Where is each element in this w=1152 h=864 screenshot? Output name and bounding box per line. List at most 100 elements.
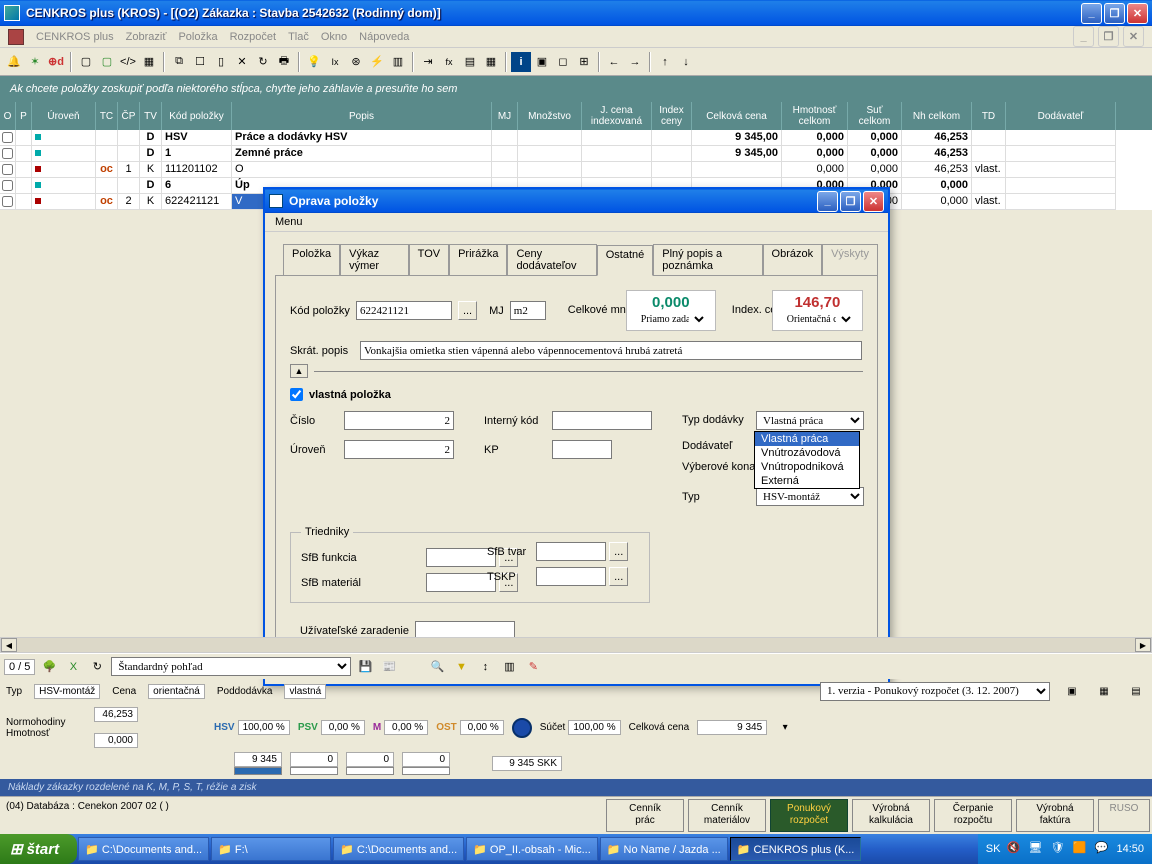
- sfb-funkcia-input[interactable]: [426, 548, 496, 567]
- tb-newgreen-icon[interactable]: ▢: [97, 52, 117, 72]
- col-index[interactable]: Index ceny: [652, 102, 692, 130]
- tb-ix-icon[interactable]: Ix: [325, 52, 345, 72]
- start-button[interactable]: ⊞štart: [0, 834, 77, 864]
- tab-5[interactable]: Ostatné: [597, 245, 654, 276]
- vb-find-icon[interactable]: 🔍: [427, 657, 447, 677]
- tab-1[interactable]: Výkaz výmer: [340, 244, 409, 275]
- mdi-restore-button[interactable]: ❐: [1098, 26, 1119, 47]
- col-kod[interactable]: Kód položky: [162, 102, 232, 130]
- tb-bell-icon[interactable]: 🔔: [4, 52, 24, 72]
- celkove-mode-combo[interactable]: Priamo zadané: [635, 311, 707, 327]
- col-popis[interactable]: Popis: [232, 102, 492, 130]
- mode-button[interactable]: Výrobnákalkulácia: [852, 799, 930, 832]
- col-tc[interactable]: TC: [96, 102, 118, 130]
- intkod-input[interactable]: [552, 411, 652, 430]
- tb-green-icon[interactable]: ✶: [25, 52, 45, 72]
- col-dod[interactable]: Dodávateľ: [1006, 102, 1116, 130]
- tb-grid-icon[interactable]: ⊞: [574, 52, 594, 72]
- tb-form-icon[interactable]: ▣: [532, 52, 552, 72]
- tray-icon-1[interactable]: 🔇: [1006, 841, 1022, 857]
- clock[interactable]: 14:50: [1116, 843, 1144, 855]
- tb-refresh-icon[interactable]: ↻: [253, 52, 273, 72]
- tab-0[interactable]: Položka: [283, 244, 340, 275]
- view-combo[interactable]: Štandardný pohľad: [111, 657, 351, 676]
- menu-tlac[interactable]: Tlač: [288, 31, 309, 43]
- vb-filter-icon[interactable]: ▼: [451, 657, 471, 677]
- lang-indicator[interactable]: SK: [986, 843, 1001, 855]
- tb-chart-icon[interactable]: ▥: [388, 52, 408, 72]
- col-p[interactable]: P: [16, 102, 32, 130]
- mode-button[interactable]: Cenníkmateriálov: [688, 799, 766, 832]
- mj-input[interactable]: [510, 301, 546, 320]
- tb-copy-icon[interactable]: ⧉: [169, 52, 189, 72]
- kp-input[interactable]: [552, 440, 612, 459]
- tb-info-icon[interactable]: i: [511, 52, 531, 72]
- dropdown-option[interactable]: Externá: [755, 474, 859, 488]
- tray-icon-4[interactable]: 🟧: [1072, 841, 1088, 857]
- tab-6[interactable]: Plný popis a poznámka: [653, 244, 762, 275]
- tray-icon-2[interactable]: 🖥: [1028, 841, 1044, 857]
- tb-prev-icon[interactable]: ←: [604, 52, 624, 72]
- cislo-input[interactable]: [344, 411, 454, 430]
- tb-bolt-icon[interactable]: ⚡: [367, 52, 387, 72]
- sfb-material-input[interactable]: [426, 573, 496, 592]
- sfb-tvar-input[interactable]: [536, 542, 606, 561]
- vb-cols-icon[interactable]: ▥: [499, 657, 519, 677]
- menu-polozka[interactable]: Položka: [178, 31, 217, 43]
- tb-table-icon[interactable]: ▦: [139, 52, 159, 72]
- col-uroven[interactable]: Úroveň: [32, 102, 96, 130]
- dialog-menu[interactable]: Menu: [265, 213, 888, 232]
- tb-del-icon[interactable]: ✕: [232, 52, 252, 72]
- kod-lookup-button[interactable]: ...: [458, 301, 477, 320]
- vb-excel-icon[interactable]: X: [63, 657, 83, 677]
- verzia-btn3[interactable]: ▤: [1126, 681, 1146, 701]
- vb-edit-icon[interactable]: ✎: [523, 657, 543, 677]
- menu-app[interactable]: CENKROS plus: [36, 31, 114, 43]
- taskbar-task[interactable]: 📁 CENKROS plus (K...: [730, 837, 862, 861]
- tb-up-icon[interactable]: ↑: [655, 52, 675, 72]
- tb-fx-icon[interactable]: fx: [439, 52, 459, 72]
- skrat-input[interactable]: [360, 341, 862, 360]
- tray-icon-3[interactable]: 🛡: [1050, 841, 1066, 857]
- taskbar-task[interactable]: 📁 C:\Documents and...: [78, 837, 209, 861]
- typdod-dropdown-list[interactable]: Vlastná prácaVnútrozávodováVnútropodniko…: [754, 431, 860, 489]
- vb-sort-icon[interactable]: ↕: [475, 657, 495, 677]
- table-row[interactable]: DHSVPráce a dodávky HSV9 345,000,0000,00…: [0, 130, 1152, 146]
- close-button[interactable]: ✕: [1127, 3, 1148, 24]
- col-mj[interactable]: MJ: [492, 102, 518, 130]
- tb-lightbulb-icon[interactable]: 💡: [304, 52, 324, 72]
- kod-input[interactable]: [356, 301, 452, 320]
- mode-button[interactable]: Čerpanierozpočtu: [934, 799, 1012, 832]
- dropdown-option[interactable]: Vnútrozávodová: [755, 446, 859, 460]
- tskp-input[interactable]: [536, 567, 606, 586]
- mode-button[interactable]: Cenníkprác: [606, 799, 684, 832]
- expand-toggle[interactable]: ▲: [290, 364, 308, 378]
- col-o[interactable]: O: [0, 102, 16, 130]
- tb-wheel-icon[interactable]: ⊛: [346, 52, 366, 72]
- verzia-btn2[interactable]: ▦: [1094, 681, 1114, 701]
- menu-napoveda[interactable]: Nápoveda: [359, 31, 409, 43]
- vb-tree-icon[interactable]: 🌳: [39, 657, 59, 677]
- tab-2[interactable]: TOV: [409, 244, 449, 275]
- vb-refresh-icon[interactable]: ↻: [87, 657, 107, 677]
- col-cp[interactable]: ČP: [118, 102, 140, 130]
- tb-square-icon[interactable]: ◻: [553, 52, 573, 72]
- tb-down-icon[interactable]: ↓: [676, 52, 696, 72]
- tb-red-icon[interactable]: ⊕d: [46, 52, 66, 72]
- col-jcena[interactable]: J. cena indexovaná: [582, 102, 652, 130]
- tab-8[interactable]: Výskyty: [822, 244, 878, 275]
- minimize-button[interactable]: _: [1081, 3, 1102, 24]
- ruso-button[interactable]: RUSO: [1098, 799, 1150, 832]
- tb-next-icon[interactable]: →: [625, 52, 645, 72]
- tb-calc-icon[interactable]: ▤: [460, 52, 480, 72]
- mode-button[interactable]: Ponukovýrozpočet: [770, 799, 848, 832]
- menu-rozpocet[interactable]: Rozpočet: [230, 31, 276, 43]
- col-hmot[interactable]: Hmotnosť celkom: [782, 102, 848, 130]
- dialog-minimize-button[interactable]: _: [817, 191, 838, 212]
- verzia-combo[interactable]: 1. verzia - Ponukový rozpočet (3. 12. 20…: [820, 682, 1050, 701]
- vlastna-checkbox[interactable]: [290, 388, 303, 401]
- scroll-left-button[interactable]: ◀: [1, 638, 17, 652]
- horizontal-scrollbar[interactable]: ◀ ▶: [0, 637, 1152, 653]
- index-mode-combo[interactable]: Orientačná cena: [781, 311, 854, 327]
- tab-4[interactable]: Ceny dodávateľov: [507, 244, 596, 275]
